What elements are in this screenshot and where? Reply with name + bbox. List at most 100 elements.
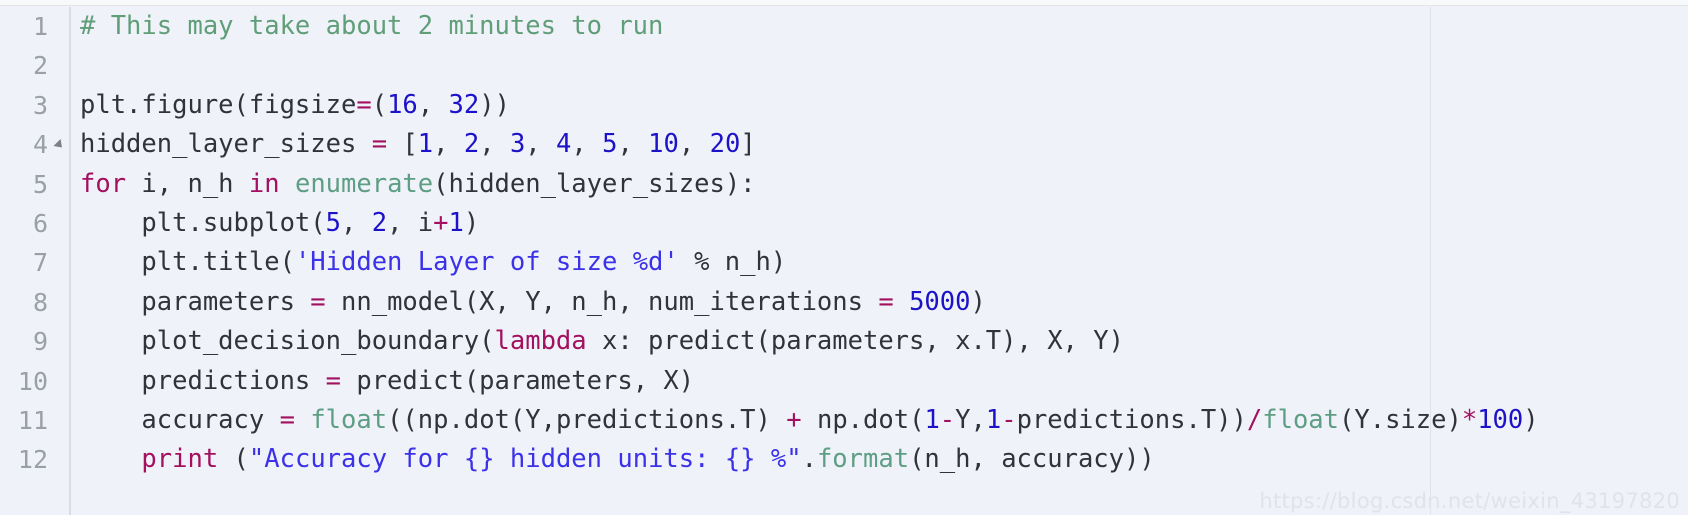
token-number: 1 [448, 207, 464, 238]
token-operator: = [279, 404, 295, 435]
token-plain: plt.figure(figsize [80, 89, 357, 120]
token-builtin: format [816, 444, 910, 475]
code-line-text[interactable]: predictions = predict(parameters, X) [80, 362, 694, 401]
token-plain: predict(parameters, X) [341, 365, 695, 396]
token-operator: = [878, 286, 894, 317]
code-line[interactable]: 4 hidden_layer_sizes = [1, 2, 3, 4, 5, 10… [0, 125, 1688, 164]
token-plain: (Y.size) [1339, 404, 1462, 435]
token-operator: / [1246, 404, 1263, 435]
token-keyword: lambda [494, 326, 587, 357]
code-line[interactable]: 11 accuracy = float ((np.dot(Y,prediction… [0, 401, 1688, 440]
code-line-text[interactable]: for i, n_h in enumerate(hidden_layer_siz… [80, 165, 756, 204]
token-plain: , [417, 89, 449, 120]
token-number: 5000 [909, 286, 971, 317]
token-plain: , [571, 129, 603, 160]
token-builtin: enumerate [294, 168, 434, 199]
token-plain: ) [1523, 404, 1539, 435]
code-line[interactable]: 3 plt.figure(figsize=(16, 32)) [0, 86, 1688, 125]
token-number: 20 [709, 129, 741, 160]
code-fold-triangle-icon[interactable] [53, 139, 66, 152]
cell-top-strip [0, 0, 1688, 6]
token-plain: ] [740, 129, 756, 160]
line-number: 5 [32, 169, 48, 199]
token-plain: (hidden_layer_sizes): [433, 168, 756, 199]
token-operator: = [356, 89, 372, 120]
code-line-text[interactable]: parameters = nn_model(X, Y, n_h, num_ite… [80, 283, 985, 322]
code-line[interactable]: 5 for i, n_h in enumerate(hidden_layer_si… [0, 165, 1688, 204]
token-plain: predictions [80, 365, 326, 396]
token-plain: , [479, 129, 510, 160]
token-plain: ) [463, 207, 480, 238]
code-line[interactable]: 9 plot_decision_boundary(lambda x: predi… [0, 322, 1688, 361]
token-keyword: print [141, 444, 219, 475]
token-plain: np.dot( [801, 404, 925, 435]
code-cell[interactable]: 1 # This may take about 2 minutes to run 2… [0, 0, 1688, 515]
token-number: 5 [325, 207, 341, 238]
token-plain: Y, [955, 404, 986, 435]
code-line[interactable]: 10 predictions = predict(parameters, X) [0, 362, 1688, 401]
token-operator: = [371, 129, 388, 160]
code-line-text[interactable]: hidden_layer_sizes = [1, 2, 3, 4, 5, 10,… [80, 125, 756, 164]
token-plain: plot_decision_boundary( [80, 326, 495, 357]
token-plain: predictions.T)) [1016, 404, 1247, 435]
token-operator: = [310, 286, 326, 317]
token-operator: = [325, 365, 341, 396]
token-plain: plt.subplot( [80, 207, 326, 238]
token-string: 'Hidden Layer of size %d' [294, 247, 679, 278]
token-plain: . [801, 444, 817, 475]
token-plain: , [678, 129, 710, 160]
token-number: 1 [985, 404, 1002, 435]
line-number: 10 [17, 366, 48, 396]
token-plain: )) [479, 89, 510, 120]
token-keyword: in [248, 168, 280, 199]
code-line-text[interactable]: print ("Accuracy for {} hidden units: {}… [80, 440, 1155, 479]
token-plain: , [433, 129, 464, 160]
token-plain: plt.title( [80, 247, 295, 278]
token-number: 32 [448, 89, 480, 120]
code-line[interactable]: 8 parameters = nn_model(X, Y, n_h, num_i… [0, 283, 1688, 322]
token-number: 16 [387, 89, 418, 120]
csdn-watermark: https://blog.csdn.net/weixin_43197820 [1259, 489, 1680, 513]
code-line-text[interactable]: # This may take about 2 minutes to run [80, 7, 663, 46]
token-plain: nn_model(X, Y, n_h, num_iterations [325, 286, 879, 317]
token-plain: ((np.dot(Y,predictions.T) [387, 404, 787, 435]
token-plain: (n_h, accuracy)) [909, 444, 1155, 475]
token-plain: x: predict(parameters, x.T), X, Y) [586, 326, 1124, 357]
token-plain: accuracy [80, 404, 280, 435]
code-line[interactable]: 1 # This may take about 2 minutes to run [0, 7, 1688, 46]
code-lines-container[interactable]: 1 # This may take about 2 minutes to run 2… [0, 7, 1688, 480]
code-line-text[interactable]: plot_decision_boundary(lambda x: predict… [80, 322, 1124, 361]
token-operator: - [1001, 404, 1017, 435]
token-plain: , [617, 129, 649, 160]
line-number: 6 [32, 208, 48, 238]
code-line-text[interactable]: plt.title('Hidden Layer of size %d' % n_… [80, 243, 786, 282]
token-operator: - [939, 404, 956, 435]
token-number: 10 [648, 129, 679, 160]
line-number: 7 [32, 248, 48, 278]
code-line-text[interactable]: plt.figure(figsize=(16, 32)) [80, 86, 510, 125]
line-number: 8 [32, 287, 48, 317]
token-builtin: float [1262, 404, 1340, 435]
code-line[interactable]: 12 print ("Accuracy for {} hidden units:… [0, 440, 1688, 479]
code-line-text[interactable]: accuracy = float ((np.dot(Y,predictions.T… [80, 401, 1539, 440]
token-plain: parameters [80, 286, 311, 317]
line-number: 9 [32, 327, 48, 357]
code-line[interactable]: 6 plt.subplot(5, 2, i+1) [0, 204, 1688, 243]
line-number: 3 [32, 90, 48, 120]
token-number: 5 [602, 129, 618, 160]
token-operator: + [786, 404, 802, 435]
token-operator: * [1461, 404, 1478, 435]
token-number: 2 [463, 129, 480, 160]
code-line[interactable]: 2 [0, 46, 1688, 85]
token-string: "Accuracy for {} hidden units: {} %" [248, 444, 802, 475]
code-line[interactable]: 7 plt.title('Hidden Layer of size %d' % … [0, 243, 1688, 282]
line-number: 12 [17, 445, 48, 475]
token-plain: , [525, 129, 557, 160]
token-number: 1 [417, 129, 434, 160]
line-number: 11 [17, 405, 48, 435]
code-line-text[interactable]: plt.subplot(5, 2, i+1) [80, 204, 479, 243]
